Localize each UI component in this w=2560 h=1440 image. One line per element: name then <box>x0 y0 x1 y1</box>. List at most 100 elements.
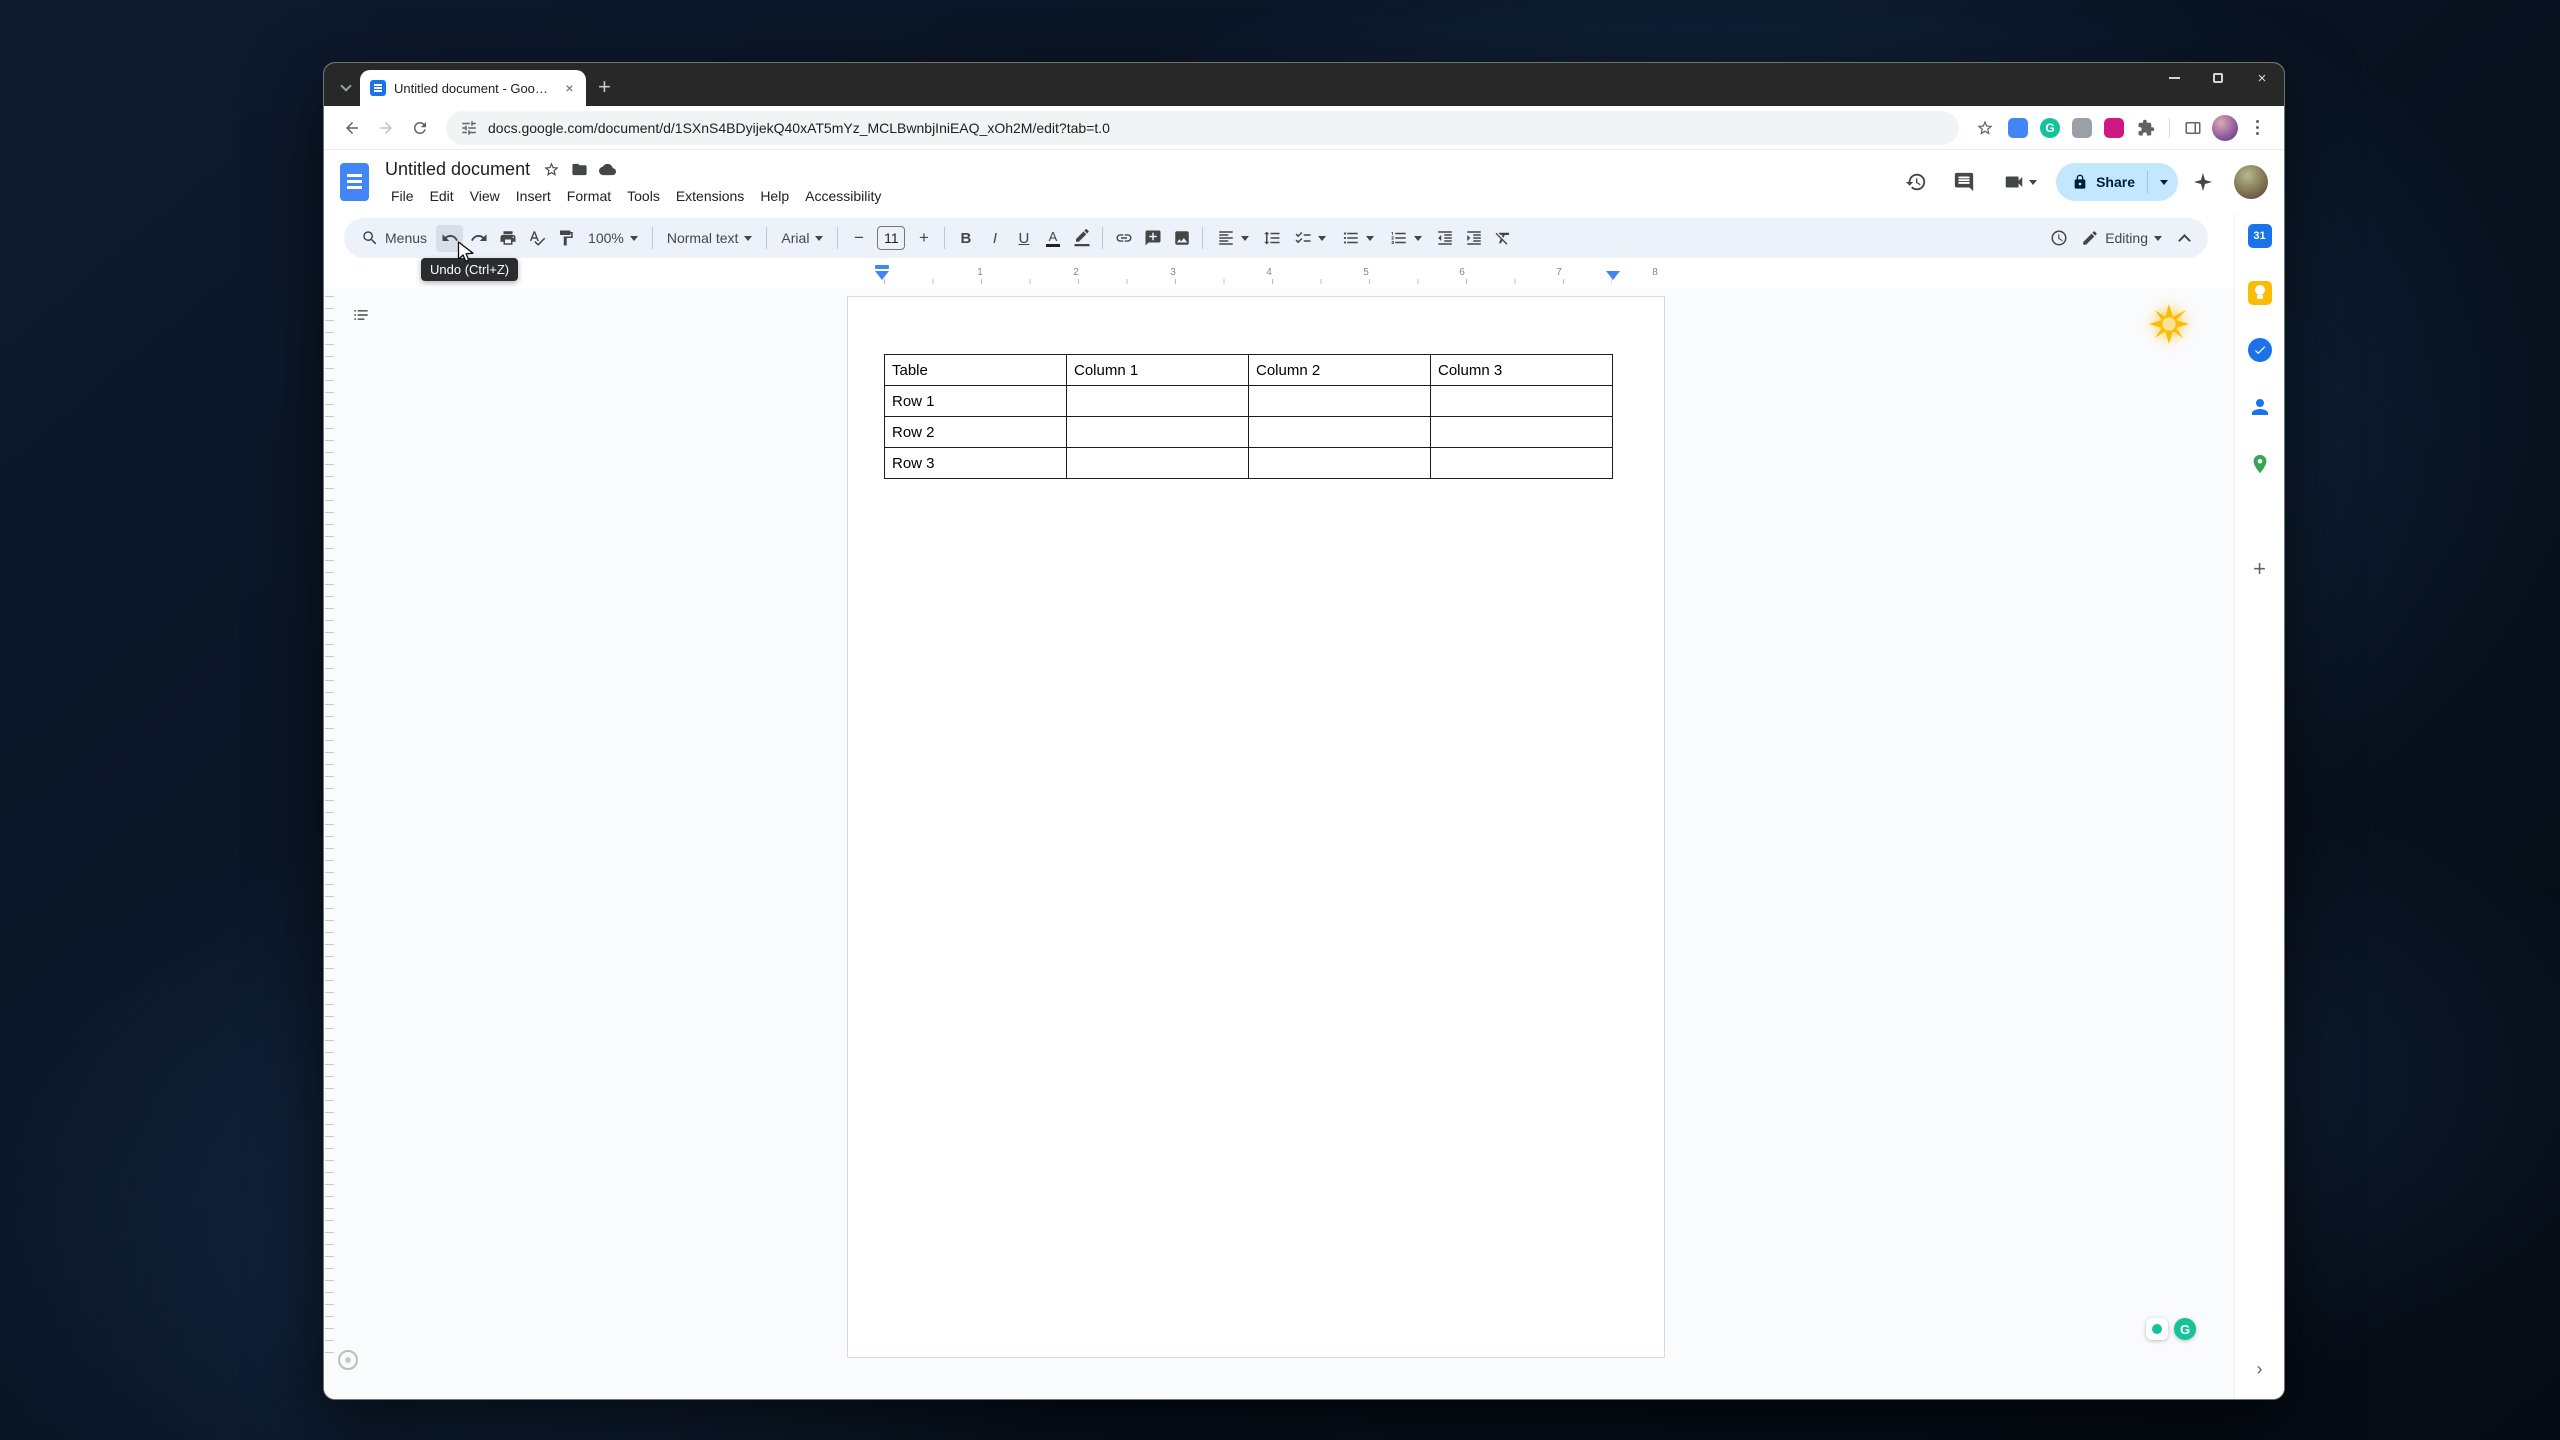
window-maximize-button[interactable] <box>2196 63 2240 93</box>
last-edit-button[interactable] <box>2045 225 2072 252</box>
spellcheck-button[interactable] <box>523 225 550 252</box>
font-select[interactable]: Arial <box>774 225 830 252</box>
horizontal-ruler[interactable]: 1 2 3 4 5 6 7 8 <box>324 262 2284 288</box>
extensions-menu-button[interactable] <box>2131 113 2161 143</box>
writing-suggestions-icon[interactable] <box>2146 1318 2168 1340</box>
menu-accessibility[interactable]: Accessibility <box>797 184 889 208</box>
window-close-button[interactable]: × <box>2240 63 2284 93</box>
docs-logo-icon[interactable] <box>340 163 369 201</box>
side-panel-button[interactable] <box>2178 113 2208 143</box>
explore-icon[interactable] <box>338 1350 358 1370</box>
table-cell[interactable] <box>1431 386 1613 417</box>
bold-button[interactable]: B <box>952 225 979 252</box>
join-call-button[interactable] <box>1992 162 2048 202</box>
account-avatar[interactable] <box>2234 165 2268 199</box>
calendar-button[interactable]: 31 <box>2240 216 2280 256</box>
document-page[interactable]: Table Column 1 Column 2 Column 3 Row 1 <box>847 296 1665 1358</box>
comments-button[interactable] <box>1944 162 1984 202</box>
table-cell[interactable]: Column 2 <box>1249 355 1431 386</box>
back-button[interactable] <box>336 112 368 144</box>
menu-tools[interactable]: Tools <box>619 184 668 208</box>
get-addons-button[interactable]: + <box>2240 549 2280 589</box>
highlight-color-button[interactable] <box>1068 225 1095 252</box>
maps-button[interactable] <box>2240 444 2280 484</box>
add-comment-button[interactable] <box>1139 225 1166 252</box>
table-cell[interactable]: Row 1 <box>885 386 1067 417</box>
decrease-font-size-button[interactable]: − <box>845 225 872 252</box>
star-document-button[interactable] <box>538 156 564 182</box>
table-cell[interactable] <box>1067 448 1249 479</box>
numbered-list-button[interactable] <box>1383 225 1429 252</box>
menu-extensions[interactable]: Extensions <box>668 184 752 208</box>
increase-indent-button[interactable] <box>1460 225 1487 252</box>
menu-file[interactable]: File <box>383 184 422 208</box>
font-size-input[interactable]: 11 <box>877 226 905 250</box>
move-document-button[interactable] <box>566 156 592 182</box>
decrease-indent-button[interactable] <box>1431 225 1458 252</box>
table-cell[interactable]: Row 2 <box>885 417 1067 448</box>
version-history-button[interactable] <box>1896 162 1936 202</box>
text-color-button[interactable]: A <box>1039 225 1066 252</box>
menu-edit[interactable]: Edit <box>422 184 462 208</box>
align-button[interactable] <box>1210 225 1256 252</box>
zoom-select[interactable]: 100% <box>581 225 645 252</box>
table-cell[interactable] <box>1249 386 1431 417</box>
table-cell[interactable] <box>1249 417 1431 448</box>
paragraph-style-select[interactable]: Normal text <box>660 225 760 252</box>
table-cell[interactable] <box>1249 448 1431 479</box>
bulleted-list-button[interactable] <box>1335 225 1381 252</box>
tab-close-icon[interactable]: × <box>561 80 578 97</box>
first-line-indent-marker[interactable] <box>875 265 889 269</box>
search-menus-button[interactable]: Menus <box>354 225 434 252</box>
underline-button[interactable]: U <box>1010 225 1037 252</box>
print-button[interactable] <box>494 225 521 252</box>
share-button[interactable]: Share <box>2056 163 2178 201</box>
tab-search-button[interactable] <box>332 70 360 106</box>
menu-format[interactable]: Format <box>559 184 619 208</box>
document-status-button[interactable] <box>594 156 620 182</box>
table-cell[interactable] <box>1431 417 1613 448</box>
browser-profile-button[interactable] <box>2210 113 2240 143</box>
forward-button[interactable] <box>370 112 402 144</box>
increase-font-size-button[interactable]: + <box>910 225 937 252</box>
document-canvas[interactable]: Table Column 1 Column 2 Column 3 Row 1 <box>324 288 2234 1399</box>
table-cell[interactable] <box>1431 448 1613 479</box>
show-outline-button[interactable] <box>346 300 376 330</box>
document-title[interactable]: Untitled document <box>383 159 536 180</box>
menu-help[interactable]: Help <box>752 184 797 208</box>
editing-mode-select[interactable]: Editing <box>2074 225 2169 252</box>
gemini-button[interactable] <box>2186 162 2220 202</box>
tasks-button[interactable] <box>2240 330 2280 370</box>
table-cell[interactable]: Column 1 <box>1067 355 1249 386</box>
reload-button[interactable] <box>404 112 436 144</box>
hide-menus-button[interactable] <box>2171 225 2198 252</box>
extension-gray-button[interactable] <box>2067 113 2097 143</box>
insert-link-button[interactable] <box>1110 225 1137 252</box>
browser-menu-button[interactable] <box>2242 113 2272 143</box>
italic-button[interactable]: I <box>981 225 1008 252</box>
hide-side-panel-button[interactable]: › <box>2240 1349 2280 1389</box>
share-dropdown-icon[interactable] <box>2160 180 2168 185</box>
right-indent-marker[interactable] <box>1606 271 1620 280</box>
insert-image-button[interactable] <box>1168 225 1195 252</box>
document-table[interactable]: Table Column 1 Column 2 Column 3 Row 1 <box>884 354 1613 479</box>
clear-formatting-button[interactable] <box>1489 225 1516 252</box>
grammarly-extension-button[interactable]: G <box>2035 113 2065 143</box>
line-spacing-button[interactable] <box>1258 225 1285 252</box>
gemini-spark-icon[interactable] <box>2149 304 2189 344</box>
bookmark-button[interactable] <box>1969 112 2001 144</box>
table-cell[interactable] <box>1067 386 1249 417</box>
table-cell[interactable]: Row 3 <box>885 448 1067 479</box>
table-cell[interactable]: Column 3 <box>1431 355 1613 386</box>
contacts-button[interactable] <box>2240 387 2280 427</box>
window-minimize-button[interactable] <box>2152 63 2196 93</box>
new-tab-button[interactable]: + <box>598 76 611 98</box>
address-bar[interactable]: docs.google.com/document/d/1SXnS4BDyijek… <box>446 111 1959 145</box>
extension-pink-button[interactable] <box>2099 113 2129 143</box>
left-indent-marker[interactable] <box>875 271 889 280</box>
menu-insert[interactable]: Insert <box>508 184 559 208</box>
keep-button[interactable] <box>2240 273 2280 313</box>
menu-view[interactable]: View <box>462 184 508 208</box>
table-cell[interactable]: Table <box>885 355 1067 386</box>
table-cell[interactable] <box>1067 417 1249 448</box>
